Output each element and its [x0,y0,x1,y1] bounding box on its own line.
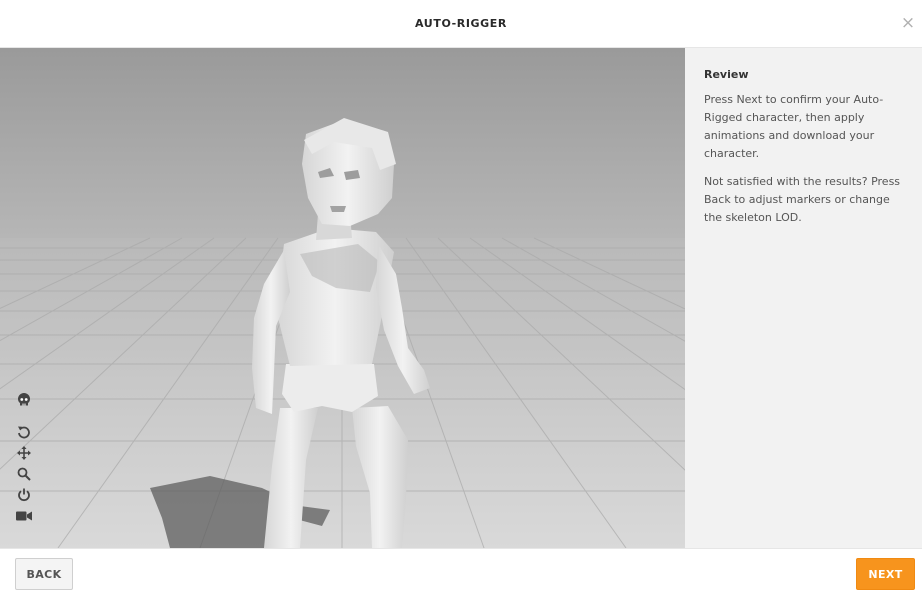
back-button[interactable]: BACK [15,558,73,590]
dialog-footer: BACK NEXT [0,548,922,596]
move-icon[interactable] [14,444,34,462]
camera-icon[interactable] [14,507,34,525]
rotate-icon[interactable] [14,423,34,441]
close-icon[interactable]: × [900,15,916,32]
character-scene [0,48,685,548]
review-panel: Review Press Next to confirm your Auto-R… [685,48,922,548]
3d-viewport[interactable] [0,48,685,548]
dialog-header: AUTO-RIGGER × [0,0,922,48]
dialog-title: AUTO-RIGGER [415,17,507,30]
next-button[interactable]: NEXT [856,558,915,590]
retry-instructions: Not satisfied with the results? Press Ba… [704,175,901,224]
power-icon[interactable] [14,486,34,504]
panel-heading: Review [704,68,749,81]
skull-icon[interactable] [14,391,34,409]
review-instructions: Press Next to confirm your Auto-Rigged c… [704,93,884,160]
zoom-icon[interactable] [14,465,34,483]
